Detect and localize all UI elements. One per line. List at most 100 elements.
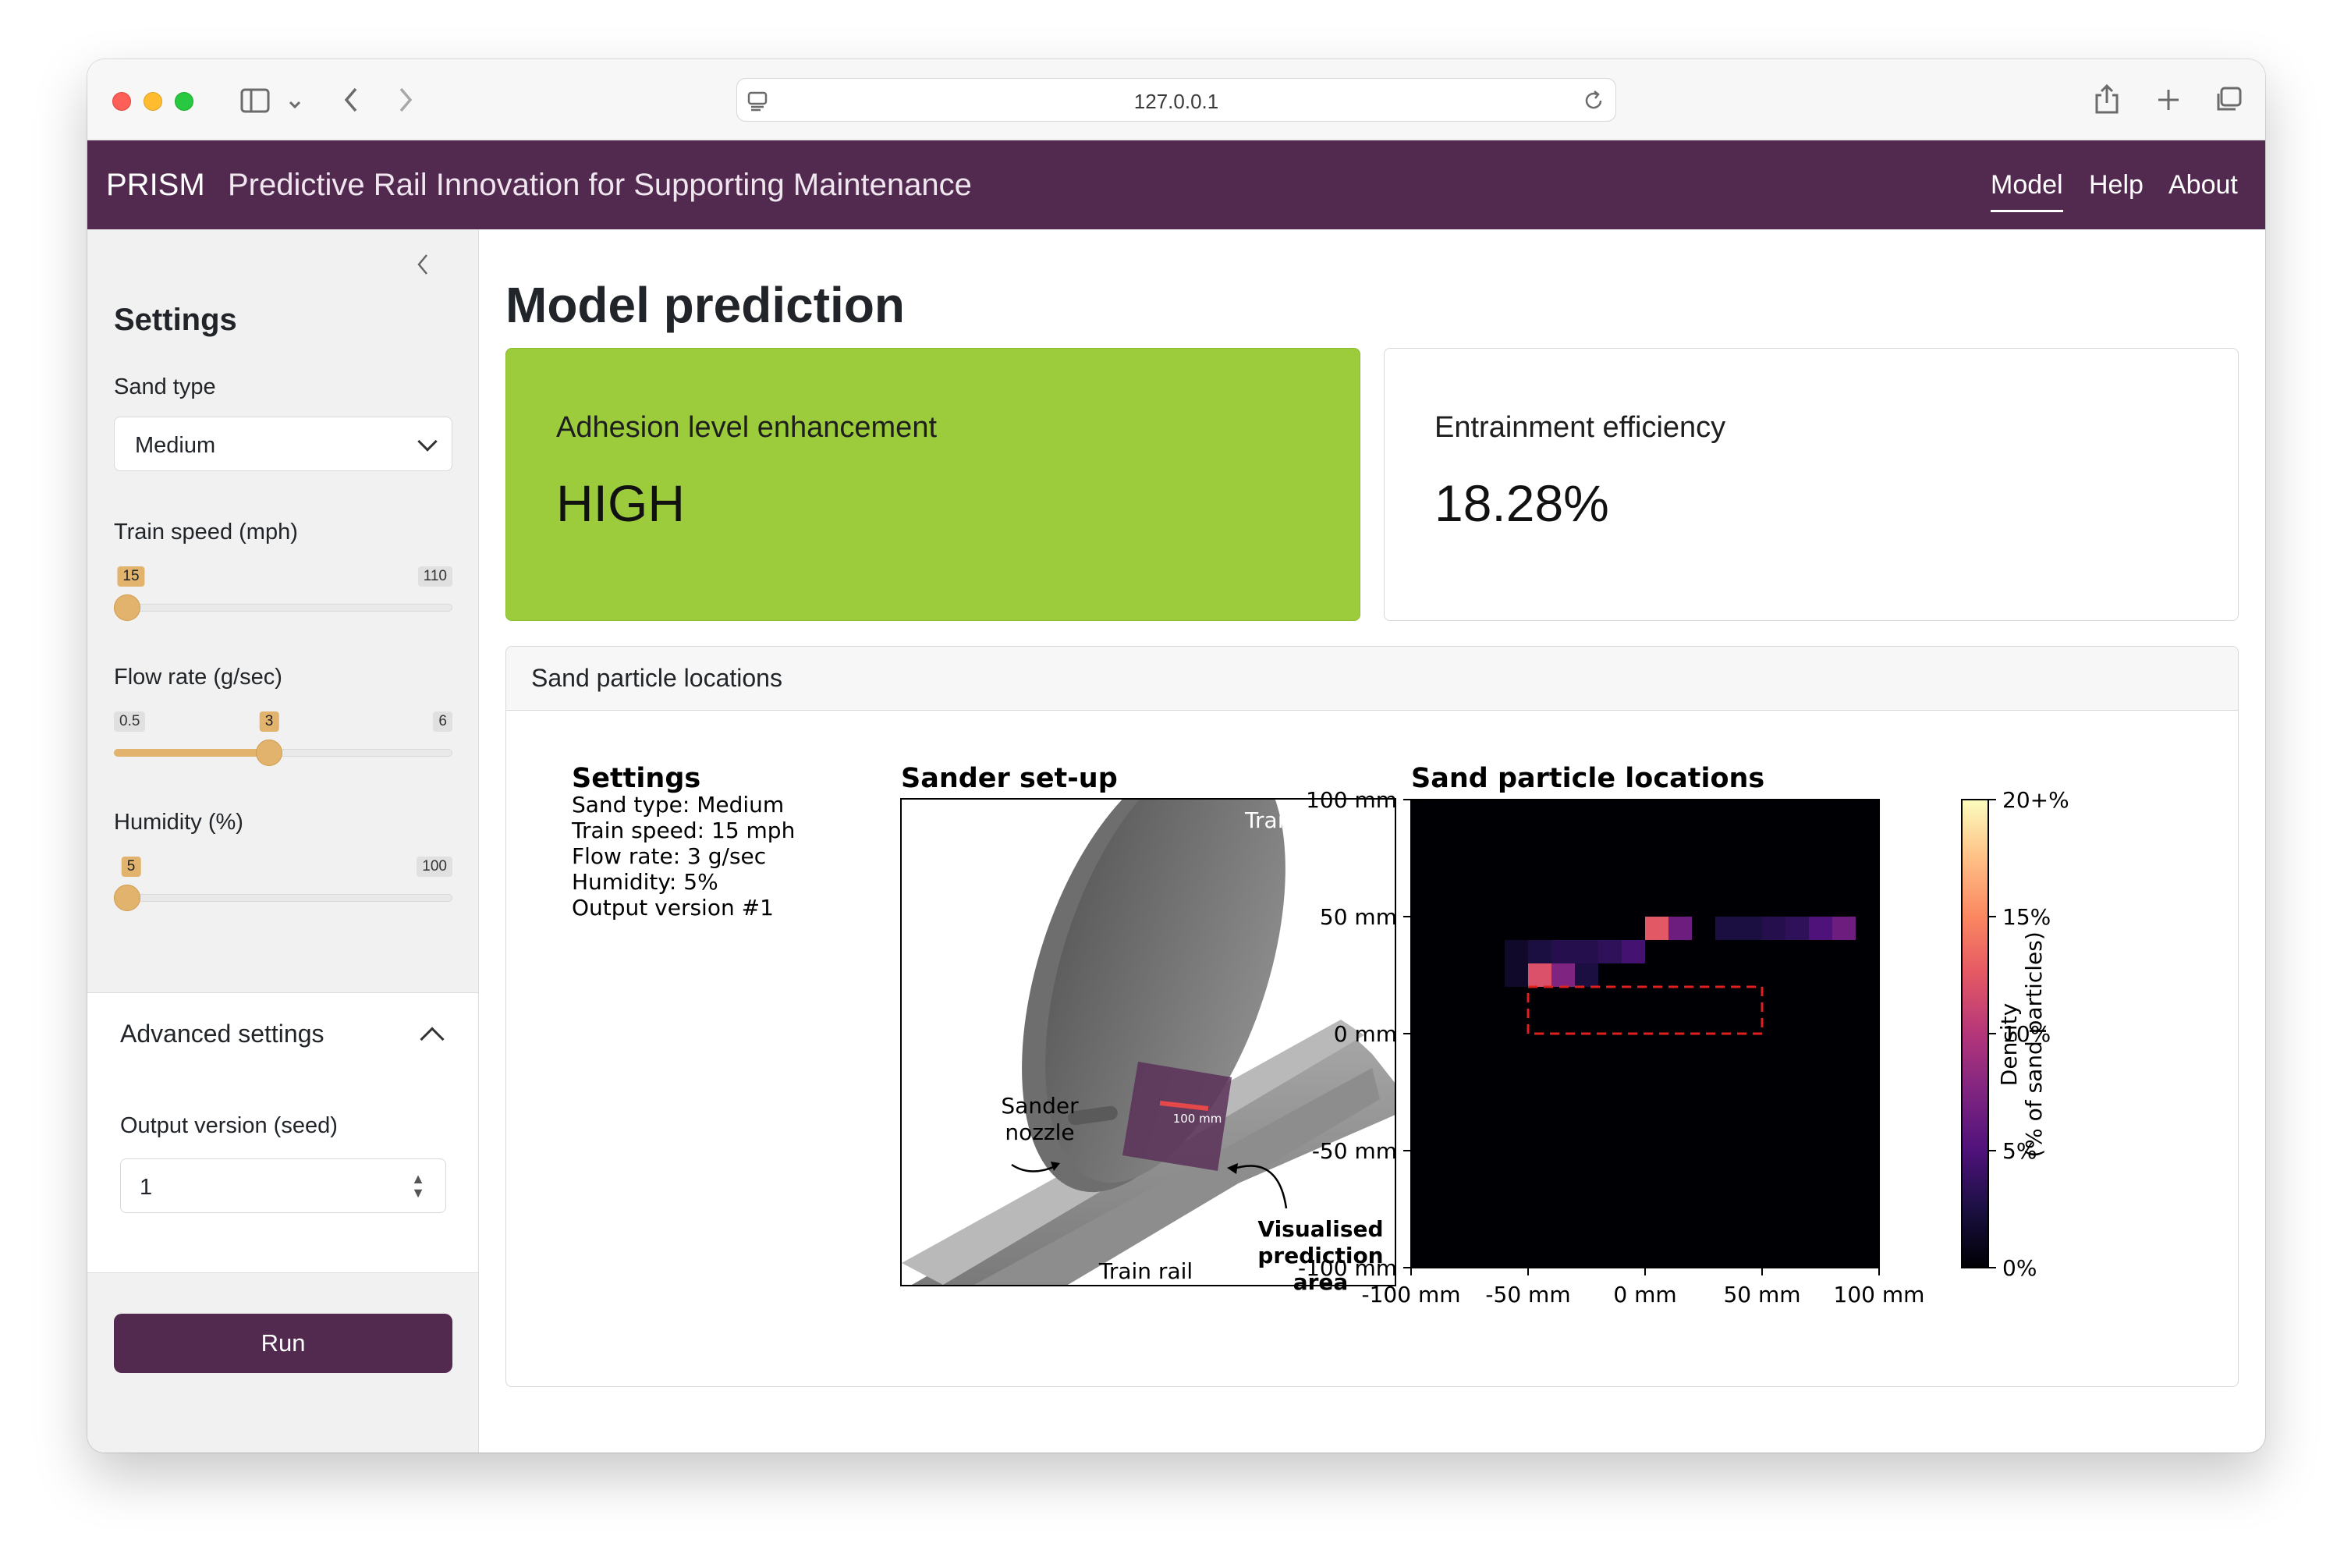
- reload-icon[interactable]: [1581, 88, 1606, 117]
- stepper-icon[interactable]: ▲ ▼: [411, 1172, 425, 1200]
- entrainment-card: Entrainment efficiency 18.28%: [1384, 348, 2239, 621]
- entrainment-value: 18.28%: [1434, 474, 1609, 532]
- sand-type-value: Medium: [135, 433, 216, 458]
- y-tick-label: -50 mm: [1312, 1138, 1397, 1164]
- train-rail-label: Train rail: [1098, 1258, 1193, 1284]
- heatmap-cell: [1668, 917, 1692, 940]
- browser-toolbar: 127.0.0.1: [87, 59, 2265, 140]
- colorbar: [1961, 799, 1989, 1268]
- settings-line: Output version #1: [572, 895, 774, 921]
- slider-handle[interactable]: [114, 885, 140, 911]
- colorbar-tick-label: 0%: [2002, 1255, 2037, 1281]
- sander-nozzle-label: Sander: [1001, 1093, 1079, 1119]
- settings-line: Sand type: Medium: [572, 792, 784, 818]
- slider-handle[interactable]: [114, 594, 140, 621]
- visualised-label: Visualised: [1257, 1216, 1383, 1242]
- heatmap-cell: [1809, 917, 1832, 940]
- train-speed-slider[interactable]: 15 110: [114, 566, 452, 621]
- advanced-settings-toggle[interactable]: Advanced settings: [120, 1020, 324, 1048]
- humidity-label: Humidity (%): [114, 810, 243, 835]
- prediction-figure: Settings Sand type: Medium Train speed: …: [571, 763, 2069, 1307]
- url-text: 127.0.0.1: [1133, 90, 1219, 113]
- settings-line: Humidity: 5%: [572, 869, 718, 895]
- scale-label: 100 mm: [1173, 1112, 1222, 1126]
- forward-icon[interactable]: [396, 86, 415, 119]
- colorbar-tick-label: 20+%: [2002, 787, 2069, 813]
- colorbar-label: (% of sand particles): [2021, 931, 2047, 1158]
- x-tick-label: -100 mm: [1362, 1282, 1461, 1307]
- figure-settings-lines: Sand type: Medium Train speed: 15 mph Fl…: [571, 792, 795, 921]
- nav-help[interactable]: Help: [2089, 170, 2144, 200]
- sand-type-label: Sand type: [114, 374, 216, 399]
- heatmap-cell: [1739, 917, 1762, 940]
- slider-fill: [114, 749, 269, 757]
- setup-title: Sander set-up: [901, 763, 1118, 794]
- flow-rate-label: Flow rate (g/sec): [114, 665, 282, 690]
- slider-max-value: 110: [417, 566, 452, 587]
- humidity-slider[interactable]: 5 100: [114, 857, 452, 911]
- share-icon[interactable]: [2094, 83, 2120, 120]
- slider-current-value: 5: [121, 857, 141, 877]
- colorbar-label: Density: [1996, 1003, 2022, 1086]
- chevron-down-icon[interactable]: [287, 90, 303, 117]
- entrainment-label: Entrainment efficiency: [1434, 411, 1726, 444]
- heatmap-cell: [1832, 917, 1856, 940]
- sand-locations-panel: Sand particle locations Settings Sand ty…: [505, 646, 2239, 1387]
- slider-min-value: 0.5: [114, 711, 146, 732]
- slider-track[interactable]: [114, 604, 452, 612]
- minimize-window-button[interactable]: [144, 92, 162, 111]
- adhesion-value: HIGH: [556, 474, 685, 532]
- slider-current-value: 15: [117, 566, 145, 587]
- seed-label: Output version (seed): [120, 1113, 338, 1138]
- train-speed-label: Train speed (mph): [114, 520, 298, 545]
- nav-model[interactable]: Model: [1991, 170, 2063, 212]
- heatmap-cell: [1528, 940, 1551, 963]
- heatmap-title: Sand particle locations: [1411, 763, 1764, 794]
- heatmap-cell: [1785, 917, 1809, 940]
- browser-window: 127.0.0.1 PRISM Predictive Rail Innovati…: [87, 59, 2265, 1453]
- back-icon[interactable]: [342, 86, 360, 119]
- x-tick-label: 0 mm: [1613, 1282, 1676, 1307]
- app-navbar: PRISM Predictive Rail Innovation for Sup…: [87, 140, 2265, 229]
- page-title: Model prediction: [505, 277, 905, 333]
- heatmap-cell: [1528, 963, 1551, 987]
- y-tick-label: 100 mm: [1306, 787, 1397, 813]
- nav-about[interactable]: About: [2168, 170, 2238, 200]
- heatmap-cell: [1551, 963, 1575, 987]
- maximize-window-button[interactable]: [175, 92, 193, 111]
- advanced-settings-panel: Advanced settings Output version (seed) …: [87, 992, 478, 1273]
- slider-current-value: 3: [259, 711, 279, 732]
- sidebar-icon[interactable]: [240, 87, 271, 119]
- adhesion-card: Adhesion level enhancement HIGH: [505, 348, 1360, 621]
- chevron-up-icon[interactable]: [420, 1027, 445, 1052]
- heatmap-cell: [1505, 940, 1528, 963]
- new-tab-icon[interactable]: [2156, 87, 2181, 117]
- flow-rate-slider[interactable]: 0.5 3 6: [114, 711, 452, 766]
- heatmap-cell: [1575, 940, 1598, 963]
- close-window-button[interactable]: [112, 92, 131, 111]
- tabs-icon[interactable]: [2214, 86, 2243, 119]
- x-tick-label: -50 mm: [1485, 1282, 1570, 1307]
- slider-track[interactable]: [114, 894, 452, 902]
- heatmap-cell: [1645, 917, 1668, 940]
- run-button[interactable]: Run: [114, 1314, 452, 1373]
- heatmap-cell: [1505, 963, 1528, 987]
- heatmap-cell: [1622, 940, 1645, 963]
- sand-type-select[interactable]: Medium: [114, 417, 452, 471]
- seed-value: 1: [140, 1175, 153, 1200]
- address-bar[interactable]: 127.0.0.1: [736, 78, 1616, 122]
- collapse-sidebar-icon[interactable]: [415, 250, 431, 285]
- seed-input[interactable]: 1 ▲ ▼: [120, 1158, 446, 1213]
- figure-settings-title: Settings: [572, 763, 700, 794]
- heatmap-cell: [1715, 917, 1739, 940]
- brand-logo[interactable]: PRISM: [106, 168, 205, 203]
- x-tick-label: 100 mm: [1834, 1282, 1925, 1307]
- slider-handle[interactable]: [256, 740, 282, 766]
- y-tick-label: 50 mm: [1320, 904, 1397, 930]
- heatmap-cell: [1598, 940, 1622, 963]
- chevron-down-icon: [417, 431, 438, 452]
- settings-line: Train speed: 15 mph: [571, 818, 795, 843]
- x-tick-label: 50 mm: [1723, 1282, 1800, 1307]
- settings-sidebar: Settings Sand type Medium Train speed (m…: [87, 229, 479, 1453]
- y-tick-label: -100 mm: [1298, 1255, 1397, 1281]
